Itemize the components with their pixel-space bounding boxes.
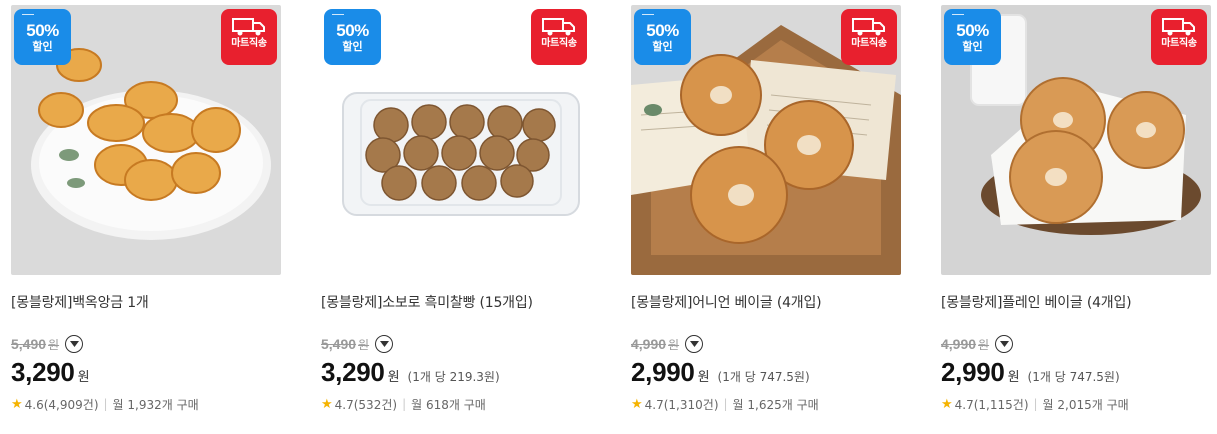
monthly-purchases: 월 2,015개 구매 — [1042, 397, 1129, 412]
product-image[interactable]: 50% 할인 마트직송 — [321, 5, 591, 275]
product-grid: 50% 할인 마트직송 [몽블랑제]백옥앙금 1개 5,490 원 3,290 … — [0, 0, 1217, 434]
product-card[interactable]: 50% 할인 마트직송 [몽블랑제]소보로 흑미찰빵 (15개입) 5,490 … — [321, 5, 591, 412]
sale-badge: 50% 할인 — [14, 9, 71, 65]
sale-price: 3,290 — [321, 357, 385, 387]
sale-badge: 50% 할인 — [944, 9, 1001, 65]
sale-percent: 50% — [26, 21, 59, 40]
original-price-row: 5,490 원 — [11, 334, 281, 354]
sale-badge: 50% 할인 — [324, 9, 381, 65]
monthly-purchases: 월 1,932개 구매 — [112, 397, 199, 412]
star-icon: ★ — [631, 396, 643, 412]
product-title[interactable]: [몽블랑제]백옥앙금 1개 — [11, 294, 281, 312]
currency-label: 원 — [1007, 370, 1020, 385]
original-price: 5,490 — [11, 336, 47, 352]
currency-label: 원 — [697, 370, 710, 385]
star-icon: ★ — [941, 396, 953, 412]
unit-price: (1개 당 219.3원) — [407, 370, 500, 384]
sale-price-row: 2,990 원 (1개 당 747.5원) — [631, 357, 901, 389]
price-detail-toggle[interactable] — [375, 335, 394, 353]
product-image[interactable]: 50% 할인 마트직송 — [631, 5, 901, 275]
chevron-down-icon — [69, 341, 79, 347]
price-detail-toggle[interactable] — [65, 335, 84, 353]
currency-label: 원 — [77, 370, 90, 385]
mart-delivery-badge: 마트직송 — [841, 9, 897, 65]
original-price-row: 4,990 원 — [631, 334, 901, 354]
sale-label: 할인 — [342, 40, 363, 53]
monthly-purchases: 월 618개 구매 — [411, 397, 486, 412]
mart-delivery-badge: 마트직송 — [531, 9, 587, 65]
product-meta: ★ 4.7(532건) | 월 618개 구매 — [321, 396, 486, 412]
currency-label: 원 — [978, 337, 990, 352]
star-icon: ★ — [321, 396, 333, 412]
rating: 4.6(4,909건) — [24, 397, 99, 412]
product-meta: ★ 4.6(4,909건) | 월 1,932개 구매 — [11, 396, 199, 412]
sale-price-row: 2,990 원 (1개 당 747.5원) — [941, 357, 1211, 389]
sale-percent: 50% — [646, 21, 679, 40]
currency-label: 원 — [387, 370, 400, 385]
sale-price: 2,990 — [631, 357, 695, 387]
product-meta: ★ 4.7(1,310건) | 월 1,625개 구매 — [631, 396, 819, 412]
product-card[interactable]: 50% 할인 마트직송 [몽블랑제]어니언 베이글 (4개입) 4,990 원 … — [631, 5, 901, 412]
unit-price: (1개 당 747.5원) — [717, 370, 810, 384]
sale-label: 할인 — [962, 40, 983, 53]
original-price: 4,990 — [941, 336, 977, 352]
truck-icon — [852, 18, 885, 36]
truck-icon — [1162, 18, 1195, 36]
sale-percent: 50% — [956, 21, 989, 40]
sale-price: 2,990 — [941, 357, 1005, 387]
sale-price: 3,290 — [11, 357, 75, 387]
star-icon: ★ — [11, 396, 23, 412]
unit-price: (1개 당 747.5원) — [1027, 370, 1120, 384]
product-title[interactable]: [몽블랑제]어니언 베이글 (4개입) — [631, 294, 901, 312]
delivery-label: 마트직송 — [851, 38, 887, 49]
product-meta: ★ 4.7(1,115건) | 월 2,015개 구매 — [941, 396, 1129, 412]
chevron-down-icon — [379, 341, 389, 347]
product-card[interactable]: 50% 할인 마트직송 [몽블랑제]백옥앙금 1개 5,490 원 3,290 … — [11, 5, 281, 412]
price-detail-toggle[interactable] — [685, 335, 704, 353]
product-title[interactable]: [몽블랑제]플레인 베이글 (4개입) — [941, 294, 1211, 312]
currency-label: 원 — [358, 337, 370, 352]
mart-delivery-badge: 마트직송 — [221, 9, 277, 65]
chevron-down-icon — [689, 341, 699, 347]
mart-delivery-badge: 마트직송 — [1151, 9, 1207, 65]
sale-label: 할인 — [32, 40, 53, 53]
sale-price-row: 3,290 원 — [11, 357, 281, 389]
currency-label: 원 — [668, 337, 680, 352]
original-price: 4,990 — [631, 336, 667, 352]
truck-icon — [232, 18, 265, 36]
currency-label: 원 — [48, 337, 60, 352]
product-card[interactable]: 50% 할인 마트직송 [몽블랑제]플레인 베이글 (4개입) 4,990 원 … — [941, 5, 1211, 412]
product-title[interactable]: [몽블랑제]소보로 흑미찰빵 (15개입) — [321, 294, 591, 312]
sale-badge: 50% 할인 — [634, 9, 691, 65]
sale-price-row: 3,290 원 (1개 당 219.3원) — [321, 357, 591, 389]
product-image[interactable]: 50% 할인 마트직송 — [11, 5, 281, 275]
price-detail-toggle[interactable] — [995, 335, 1014, 353]
delivery-label: 마트직송 — [231, 38, 267, 49]
rating: 4.7(1,310건) — [644, 397, 719, 412]
product-image[interactable]: 50% 할인 마트직송 — [941, 5, 1211, 275]
original-price: 5,490 — [321, 336, 357, 352]
monthly-purchases: 월 1,625개 구매 — [732, 397, 819, 412]
delivery-label: 마트직송 — [1161, 38, 1197, 49]
rating: 4.7(532건) — [334, 397, 398, 412]
sale-label: 할인 — [652, 40, 673, 53]
rating: 4.7(1,115건) — [954, 397, 1029, 412]
delivery-label: 마트직송 — [541, 38, 577, 49]
sale-percent: 50% — [336, 21, 369, 40]
truck-icon — [542, 18, 575, 36]
original-price-row: 5,490 원 — [321, 334, 591, 354]
original-price-row: 4,990 원 — [941, 334, 1211, 354]
chevron-down-icon — [999, 341, 1009, 347]
